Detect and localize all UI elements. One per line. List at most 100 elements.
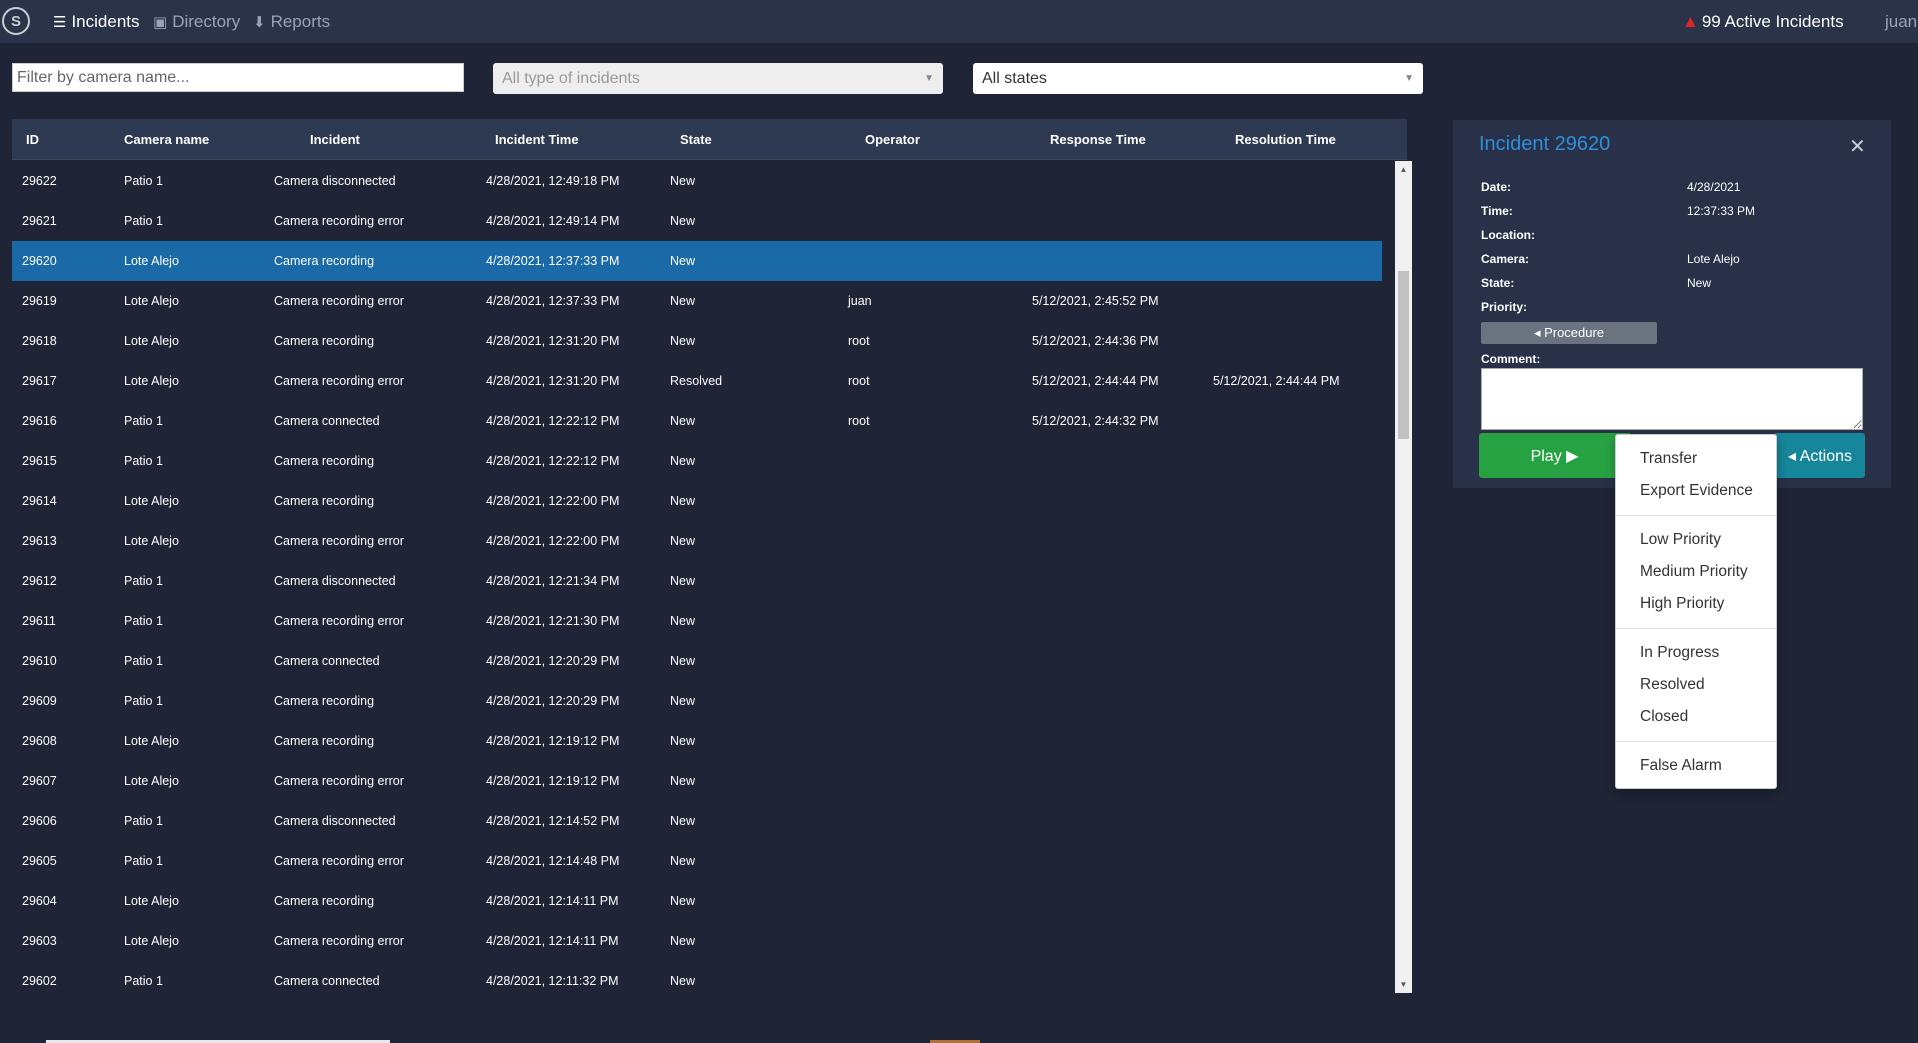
scroll-up-icon[interactable]: ▲ (1395, 161, 1412, 178)
table-row[interactable]: 29613 Lote Alejo Camera recording error 4/2… (12, 521, 1382, 561)
table-row[interactable]: 29622 Patio 1 Camera disconnected 4/28/2021… (12, 161, 1382, 201)
nav-directory[interactable]: ▣ Directory (153, 12, 240, 32)
cell-id: 29616 (22, 414, 57, 428)
cell-state: New (670, 614, 696, 628)
cell-incident-time: 4/28/2021, 12:19:12 PM (486, 734, 620, 748)
cell-operator: root (848, 374, 870, 388)
incident-type-select[interactable]: All type of incidents ▼ (493, 63, 943, 94)
table-row[interactable]: 29603 Lote Alejo Camera recording error 4/2… (12, 921, 1382, 961)
menu-item-transfer[interactable]: Transfer (1640, 450, 1697, 468)
play-button[interactable]: Play ▶ (1479, 433, 1630, 478)
cell-incident-time: 4/28/2021, 12:31:20 PM (486, 374, 620, 388)
scrollbar-thumb[interactable] (1398, 271, 1409, 439)
state-select[interactable]: All states ▼ (973, 63, 1423, 94)
cell-id: 29617 (22, 374, 57, 388)
user-menu[interactable]: juan (1885, 12, 1917, 32)
menu-item-medium-priority[interactable]: Medium Priority (1640, 563, 1748, 581)
priority-label: Priority: (1481, 300, 1528, 314)
cell-camera: Lote Alejo (124, 774, 179, 788)
table-row[interactable]: 29616 Patio 1 Camera connected 4/28/2021, 1… (12, 401, 1382, 441)
column-header-incident-time[interactable]: Incident Time (495, 132, 579, 147)
cell-state: New (670, 334, 696, 348)
table-row[interactable]: 29610 Patio 1 Camera connected 4/28/2021, 1… (12, 641, 1382, 681)
actions-button[interactable]: ◂ Actions (1775, 433, 1865, 478)
procedure-button[interactable]: ◂ Procedure (1481, 322, 1657, 344)
camera-filter-input[interactable] (12, 63, 464, 92)
column-header-operator[interactable]: Operator (865, 132, 920, 147)
table-row[interactable]: 29606 Patio 1 Camera disconnected 4/28/2021… (12, 801, 1382, 841)
nav-incidents[interactable]: ☰ Incidents (53, 12, 140, 32)
cell-incident: Camera recording (274, 254, 375, 268)
table-row[interactable]: 29615 Patio 1 Camera recording 4/28/2021, 1… (12, 441, 1382, 481)
nav-reports[interactable]: ⬇ Reports (253, 12, 330, 32)
menu-item-low-priority[interactable]: Low Priority (1640, 531, 1721, 549)
column-header-state[interactable]: State (680, 132, 712, 147)
cell-state: New (670, 574, 696, 588)
menu-item-resolved[interactable]: Resolved (1640, 676, 1705, 694)
cell-camera: Patio 1 (124, 454, 163, 468)
cell-incident-time: 4/28/2021, 12:22:00 PM (486, 534, 620, 548)
cell-incident: Camera recording (274, 894, 375, 908)
menu-item-false-alarm[interactable]: False Alarm (1640, 757, 1722, 775)
close-icon[interactable]: ✕ (1849, 134, 1866, 159)
table-row[interactable]: 29607 Lote Alejo Camera recording error 4/2… (12, 761, 1382, 801)
menu-item-closed[interactable]: Closed (1640, 708, 1688, 726)
cell-camera: Patio 1 (124, 414, 163, 428)
cell-id: 29622 (22, 174, 57, 188)
list-icon: ☰ (53, 14, 67, 31)
actions-dropdown-menu: Transfer Export Evidence Low Priority Me… (1615, 434, 1777, 789)
top-navbar: S ☰ Incidents ▣ Directory ⬇ Reports ▲ 99… (0, 0, 1918, 43)
cell-incident-time: 4/28/2021, 12:21:34 PM (486, 574, 620, 588)
menu-item-export-evidence[interactable]: Export Evidence (1640, 482, 1753, 500)
cell-state: New (670, 174, 696, 188)
cell-incident-time: 4/28/2021, 12:14:11 PM (486, 894, 619, 908)
cell-response-time: 5/12/2021, 2:45:52 PM (1032, 294, 1159, 308)
cell-id: 29603 (22, 934, 57, 948)
table-scrollbar[interactable]: ▲ ▼ (1395, 161, 1412, 993)
scroll-down-icon[interactable]: ▼ (1395, 976, 1412, 993)
table-row[interactable]: 29621 Patio 1 Camera recording error 4/28/2… (12, 201, 1382, 241)
column-header-camera[interactable]: Camera name (124, 132, 209, 147)
column-header-id[interactable]: ID (26, 132, 39, 147)
camera-label: Camera: (1481, 252, 1530, 266)
download-icon: ⬇ (253, 14, 266, 31)
table-row[interactable]: 29614 Lote Alejo Camera recording 4/28/2021… (12, 481, 1382, 521)
cell-camera: Lote Alejo (124, 934, 179, 948)
cell-incident: Camera disconnected (274, 814, 396, 828)
cell-incident: Camera recording error (274, 374, 404, 388)
cell-camera: Lote Alejo (124, 374, 179, 388)
table-row[interactable]: 29608 Lote Alejo Camera recording 4/28/2021… (12, 721, 1382, 761)
cell-camera: Patio 1 (124, 854, 163, 868)
cell-id: 29613 (22, 534, 57, 548)
cell-state: New (670, 694, 696, 708)
column-header-response-time[interactable]: Response Time (1050, 132, 1146, 147)
table-row[interactable]: 29619 Lote Alejo Camera recording error 4/2… (12, 281, 1382, 321)
date-value: 4/28/2021 (1687, 180, 1741, 194)
comment-textarea[interactable] (1481, 368, 1863, 430)
table-row[interactable]: 29602 Patio 1 Camera connected 4/28/2021, 1… (12, 961, 1382, 992)
cell-incident-time: 4/28/2021, 12:22:00 PM (486, 494, 620, 508)
table-row[interactable]: 29609 Patio 1 Camera recording 4/28/2021, 1… (12, 681, 1382, 721)
table-row[interactable]: 29604 Lote Alejo Camera recording 4/28/2021… (12, 881, 1382, 921)
cell-incident: Camera recording error (274, 934, 404, 948)
cell-incident: Camera recording (274, 694, 375, 708)
active-incidents-indicator[interactable]: ▲ 99 Active Incidents (1682, 12, 1844, 32)
menu-item-in-progress[interactable]: In Progress (1640, 644, 1719, 662)
table-row[interactable]: 29612 Patio 1 Camera disconnected 4/28/2021… (12, 561, 1382, 601)
cell-id: 29614 (22, 494, 57, 508)
table-row[interactable]: 29617 Lote Alejo Camera recording error 4/2… (12, 361, 1382, 401)
column-header-incident[interactable]: Incident (310, 132, 360, 147)
table-row[interactable]: 29618 Lote Alejo Camera recording 4/28/2021… (12, 321, 1382, 361)
nav-reports-label: Reports (270, 12, 331, 31)
table-row[interactable]: 29620 Lote Alejo Camera recording 4/28/2021… (12, 241, 1382, 281)
incidents-table: ID Camera name Incident Incident Time St… (12, 119, 1407, 992)
app-logo-icon[interactable]: S (2, 7, 30, 35)
cell-incident-time: 4/28/2021, 12:37:33 PM (486, 254, 620, 268)
cell-id: 29610 (22, 654, 57, 668)
table-row[interactable]: 29611 Patio 1 Camera recording error 4/28/2… (12, 601, 1382, 641)
menu-item-high-priority[interactable]: High Priority (1640, 595, 1724, 613)
cell-state: New (670, 894, 696, 908)
column-header-resolution-time[interactable]: Resolution Time (1235, 132, 1336, 147)
cell-response-time: 5/12/2021, 2:44:44 PM (1032, 374, 1159, 388)
table-row[interactable]: 29605 Patio 1 Camera recording error 4/28/2… (12, 841, 1382, 881)
